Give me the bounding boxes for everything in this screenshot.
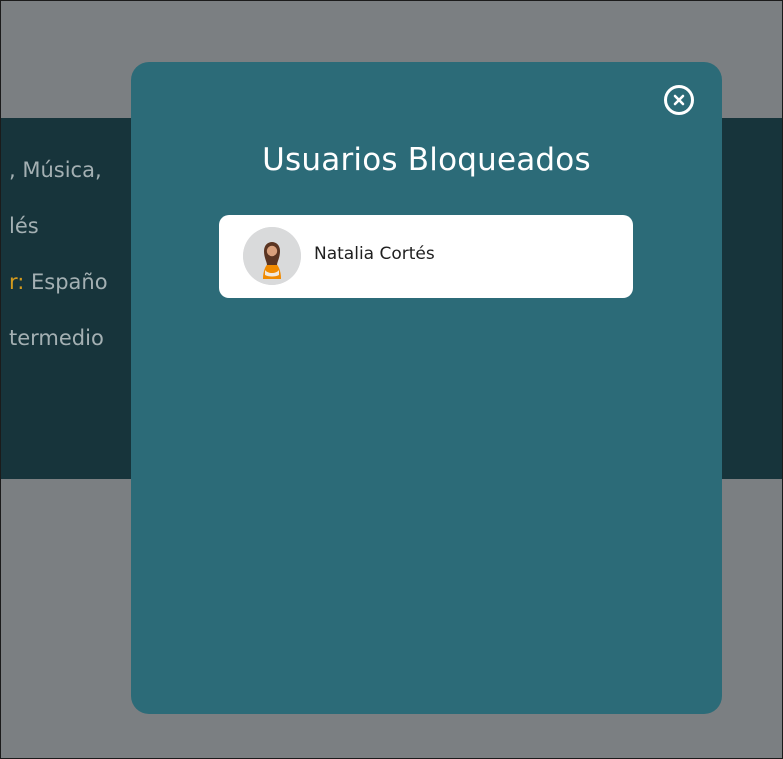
user-avatar-icon — [243, 227, 301, 285]
background-line-4: termedio — [9, 326, 104, 350]
avatar — [243, 227, 301, 285]
browser-frame: , Música, lés r: Españo termedio Usuario… — [0, 0, 783, 759]
background-learning-language-text: r: Españo — [9, 270, 108, 294]
close-icon — [673, 94, 685, 106]
background-line-2: lés — [9, 214, 39, 238]
blocked-user-name: Natalia Cortés — [314, 244, 435, 264]
background-level-text: termedio — [9, 326, 104, 350]
background-line-3: Españo — [24, 270, 108, 294]
background-interests-text: , Música, — [9, 158, 102, 182]
modal-title: Usuarios Bloqueados — [262, 142, 591, 178]
background-language-text: lés — [9, 214, 39, 238]
background-accent-label: r: — [9, 270, 25, 294]
background-line-1: , Música, — [9, 158, 102, 182]
close-button[interactable] — [664, 85, 694, 115]
